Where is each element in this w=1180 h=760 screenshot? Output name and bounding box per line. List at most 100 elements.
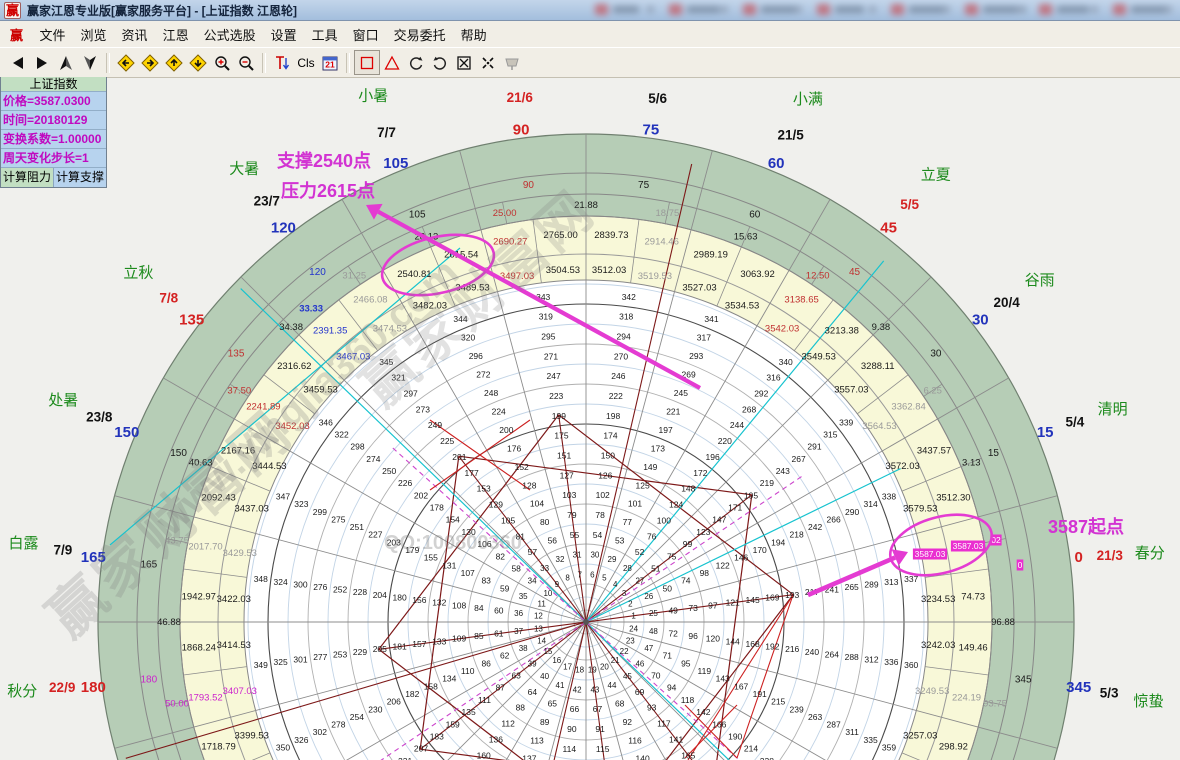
toolbar-cls-button[interactable]: Cls [294,51,318,74]
menu-item-9[interactable]: 交易委托 [386,22,453,47]
svg-text:220: 220 [718,436,732,446]
toolbar-diamond-left-button[interactable] [114,51,138,74]
blurred-tab-icon [743,4,756,15]
svg-text:大暑: 大暑 [229,160,259,177]
menu-logo[interactable]: 赢 [0,22,32,47]
svg-text:341: 341 [704,314,718,324]
svg-text:67: 67 [593,704,603,714]
blurred-tab-text [1057,6,1089,13]
menu-item-8[interactable]: 窗口 [345,22,386,47]
svg-text:0: 0 [1018,560,1023,570]
svg-text:112: 112 [501,719,515,729]
svg-text:73: 73 [688,603,698,613]
svg-text:20: 20 [600,662,609,671]
svg-text:62: 62 [500,651,510,661]
svg-text:3437.57: 3437.57 [917,445,951,456]
peak-up-icon [57,54,75,72]
menu-item-4[interactable]: 江恩 [155,22,196,47]
svg-text:129: 129 [489,500,503,510]
toolbar-sort-time-button[interactable] [270,51,294,74]
menu-item-2[interactable]: 浏览 [73,22,114,47]
toolbar-box-select-button[interactable] [452,51,476,74]
svg-text:207: 207 [414,744,428,754]
svg-text:219: 219 [760,478,774,488]
svg-text:322: 322 [335,430,349,440]
svg-text:172: 172 [693,468,707,478]
svg-text:83: 83 [481,576,491,586]
toolbar-peak-up-button[interactable] [54,51,78,74]
svg-text:125: 125 [636,480,650,490]
svg-text:202: 202 [414,490,428,500]
toolbar-diamond-down-button[interactable] [186,51,210,74]
menu-item-10[interactable]: 帮助 [453,22,494,47]
svg-text:105: 105 [501,516,515,526]
svg-text:206: 206 [387,697,401,707]
svg-text:3504.53: 3504.53 [546,265,580,276]
svg-text:6: 6 [590,570,595,579]
svg-text:150: 150 [601,450,615,460]
svg-text:265: 265 [845,582,859,592]
calc-support-button[interactable]: 计算支撑 [54,168,106,187]
svg-text:176: 176 [507,443,521,453]
svg-text:205: 205 [373,644,387,654]
toolbar-zoom-out-button[interactable] [234,51,258,74]
menu-item-5[interactable]: 公式选股 [196,22,263,47]
svg-text:21/3: 21/3 [1097,548,1124,563]
svg-text:325: 325 [274,657,288,667]
svg-text:128: 128 [522,480,536,490]
svg-text:246: 246 [611,371,625,381]
toolbar-diamond-right-button[interactable] [138,51,162,74]
svg-text:124: 124 [669,500,683,510]
svg-text:267: 267 [792,454,806,464]
svg-text:立秋: 立秋 [123,264,153,281]
toolbar-diamond-up-button[interactable] [162,51,186,74]
toolbar-nav-right-button[interactable] [30,51,54,74]
blurred-tab-icon [1039,4,1052,15]
svg-text:3459.53: 3459.53 [303,384,337,395]
svg-text:3362.84: 3362.84 [891,401,925,412]
svg-text:293: 293 [689,351,703,361]
svg-text:180: 180 [81,679,106,696]
svg-text:23: 23 [626,636,635,645]
svg-text:119: 119 [698,666,712,676]
menu-item-1[interactable]: 文件 [32,22,73,47]
svg-text:3512.03: 3512.03 [592,265,626,276]
svg-text:155: 155 [424,553,438,563]
toolbar-zoom-in-button[interactable] [210,51,234,74]
toolbar-peak-down-button[interactable] [78,51,102,74]
blurred-tab-close [721,6,728,13]
svg-text:340: 340 [779,357,793,367]
toolbar-nav-left-button[interactable] [6,51,30,74]
svg-text:116: 116 [628,735,642,745]
svg-text:43: 43 [590,685,599,694]
svg-text:140: 140 [636,754,650,760]
svg-text:2316.62: 2316.62 [277,361,311,372]
toolbar-triangle-tool-button[interactable] [380,51,404,74]
svg-text:春分: 春分 [1135,545,1165,562]
toolbar-screen-tool-button[interactable] [500,51,524,74]
blurred-tab-close [869,6,876,13]
svg-text:3572.03: 3572.03 [885,461,919,472]
svg-text:小暑: 小暑 [358,87,388,104]
svg-text:21: 21 [611,656,620,665]
toolbar-calendar-button[interactable]: 21 [318,51,342,74]
menu-item-7[interactable]: 工具 [304,22,345,47]
svg-text:46: 46 [635,659,644,668]
blurred-tab-icon [965,4,978,15]
toolbar-center-mark-button[interactable] [476,51,500,74]
toolbar-rotate-ccw-button[interactable] [404,51,428,74]
svg-text:3587.03: 3587.03 [953,541,984,551]
menu-item-3[interactable]: 资讯 [114,22,155,47]
svg-text:152: 152 [515,462,529,472]
svg-text:197: 197 [659,425,673,435]
svg-text:34: 34 [528,577,537,586]
svg-text:9.38: 9.38 [872,322,891,333]
toolbar-rotate-cw-button[interactable] [428,51,452,74]
toolbar-rect-tool-button[interactable] [354,50,380,75]
calc-resistance-button[interactable]: 计算阻力 [1,168,54,187]
svg-text:318: 318 [619,312,633,322]
menu-item-6[interactable]: 设置 [263,22,304,47]
svg-text:3288.11: 3288.11 [861,361,895,372]
gann-wheel-chart[interactable]: 1234567891011121314151617181920212223242… [0,0,1180,760]
svg-text:298: 298 [350,442,364,452]
